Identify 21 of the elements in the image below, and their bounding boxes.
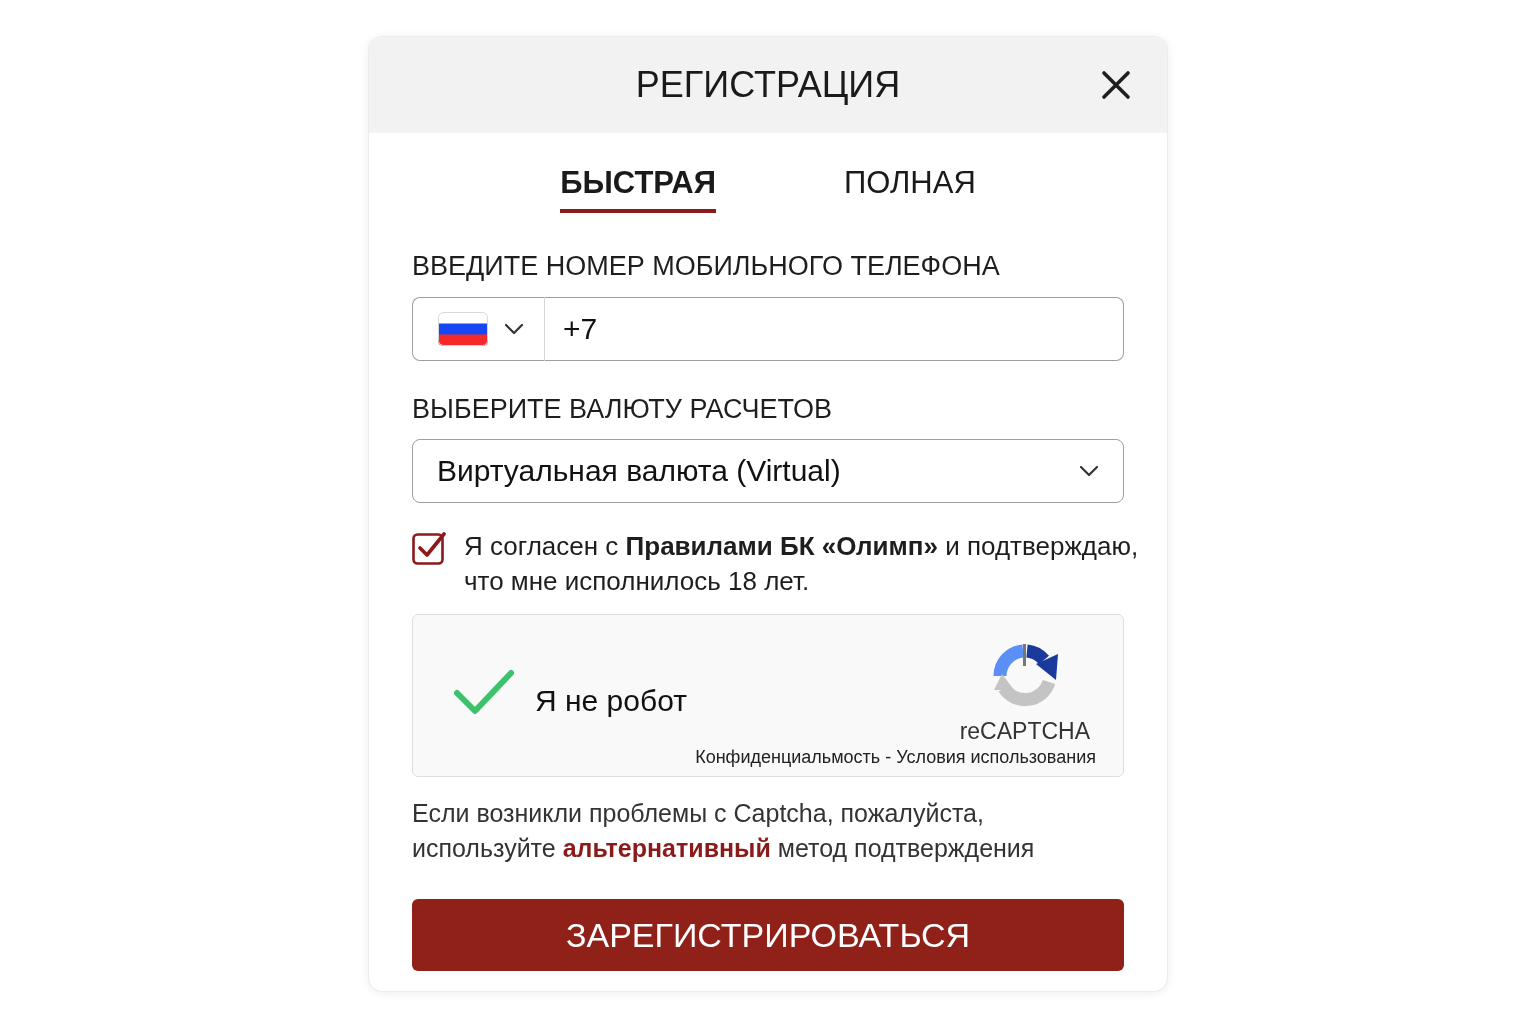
chevron-down-icon bbox=[504, 323, 524, 335]
tab[interactable]: ПОЛНАЯ bbox=[844, 163, 976, 213]
help-text: Если возникли проблемы с Captcha, пожалуйста, используйте альтернативный метод подтверждения bbox=[412, 798, 1036, 864]
currency-select[interactable]: Виртуальная валюта (Virtual) bbox=[412, 439, 1124, 503]
field-label: ВВЕДИТЕ НОМЕР МОБИЛЬНОГО ТЕЛЕФОНА bbox=[412, 250, 1001, 282]
alternative-link[interactable]: альтернативный bbox=[562, 834, 771, 862]
close-icon[interactable] bbox=[1101, 70, 1131, 100]
checkbox[interactable] bbox=[412, 531, 446, 565]
checkmark-icon[interactable] bbox=[453, 668, 515, 716]
captcha-label: Я не робот bbox=[535, 684, 687, 718]
country-select[interactable] bbox=[412, 297, 545, 361]
dialog-title: РЕГИСТРАЦИЯ bbox=[635, 64, 901, 106]
agreement-text: Я согласен с Правилами БК «Олимп» и подтверждаю, что мне исполнилось 18 лет. bbox=[464, 530, 1139, 598]
brand-name: reCAPTCHA bbox=[959, 717, 1090, 745]
register-button[interactable]: ЗАРЕГИСТРИРОВАТЬСЯ bbox=[412, 899, 1124, 971]
field-label: ВЫБЕРИТЕ ВАЛЮТУ РАСЧЕТОВ bbox=[412, 393, 833, 425]
chevron-down-icon bbox=[1079, 465, 1099, 477]
privacy-terms-links[interactable]: Конфиденциальмость - Условия использования bbox=[695, 747, 1096, 768]
phone-input[interactable]: +7 bbox=[545, 297, 1124, 361]
tab[interactable]: БЫСТРАЯ bbox=[560, 163, 716, 213]
flag-icon bbox=[438, 312, 488, 346]
